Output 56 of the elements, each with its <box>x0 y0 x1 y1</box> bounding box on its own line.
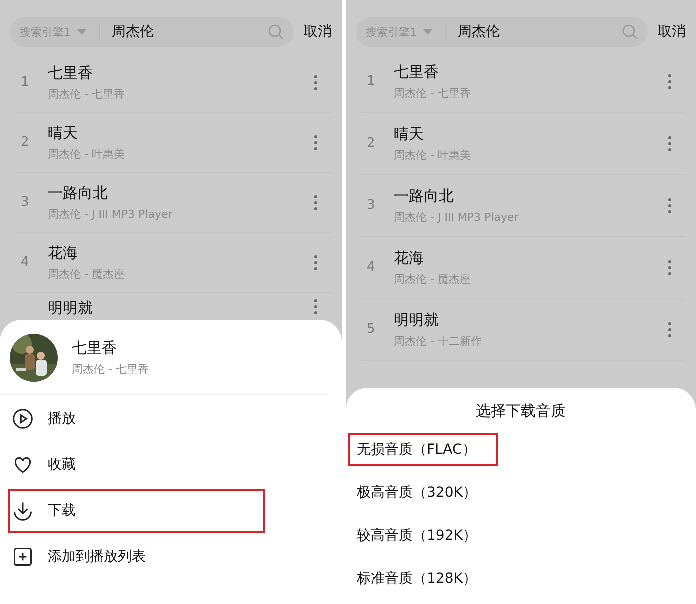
play-icon <box>12 408 34 430</box>
more-icon[interactable] <box>668 74 672 90</box>
song-artist-album: 周杰伦 - 七里香 <box>72 362 150 377</box>
sheet-title: 选择下载音质 <box>475 401 567 422</box>
track-number: 1 <box>366 74 376 89</box>
song-artist-album: 周杰伦 - J III MP3 Player <box>394 210 520 224</box>
track-number: 4 <box>20 255 30 270</box>
song-artist-album: 周杰伦 - 七里香 <box>48 86 126 102</box>
song-title: 七里香 <box>394 62 440 82</box>
caret-icon <box>77 29 87 35</box>
song-title: 七里香 <box>48 64 94 82</box>
track-number: 3 <box>20 195 30 210</box>
more-icon[interactable] <box>668 198 672 214</box>
song-artist-album: 周杰伦 - J III MP3 Player <box>48 206 174 222</box>
song-title: 花海 <box>48 244 79 262</box>
song-title: 明明就 <box>48 299 94 318</box>
song-artist-album: 周杰伦 - 魔杰座 <box>48 266 126 282</box>
search-input[interactable]: 周杰伦 <box>458 24 616 40</box>
search-field[interactable]: 搜索引擎1 周杰伦 <box>10 17 294 47</box>
track-number: 1 <box>20 75 30 90</box>
add-icon <box>12 546 34 568</box>
song-artist-album: 周杰伦 - 魔杰座 <box>394 272 472 286</box>
more-icon[interactable] <box>314 74 318 90</box>
search-input[interactable]: 周杰伦 <box>112 24 262 40</box>
song-title: 晴天 <box>394 124 425 144</box>
song-title: 晴天 <box>48 124 79 142</box>
search-icon <box>268 24 284 40</box>
song-artist-album: 周杰伦 - 七里香 <box>394 86 472 100</box>
song-title: 花海 <box>394 248 425 268</box>
track-number: 2 <box>366 136 376 151</box>
song-title: 七里香 <box>72 339 118 358</box>
song-title: 一路向北 <box>394 186 455 206</box>
song-artist-album: 周杰伦 - 叶惠美 <box>394 148 472 162</box>
track-number: 5 <box>366 322 376 337</box>
more-icon[interactable] <box>314 299 318 315</box>
song-artist-album: 周杰伦 - 叶惠美 <box>48 146 126 162</box>
caret-icon <box>423 29 433 35</box>
menu-item[interactable]: 下载 <box>8 489 265 533</box>
song-title: 明明就 <box>394 310 440 330</box>
track-number: 3 <box>366 198 376 213</box>
download-icon <box>12 500 34 522</box>
cancel-button[interactable]: 取消 <box>304 23 332 41</box>
more-icon[interactable] <box>668 322 672 338</box>
cancel-button[interactable]: 取消 <box>658 23 686 41</box>
search-field[interactable]: 搜索引擎1 周杰伦 <box>356 17 648 47</box>
more-icon[interactable] <box>668 136 672 152</box>
quality-option[interactable]: 无损音质（FLAC） <box>348 433 498 466</box>
more-icon[interactable] <box>314 194 318 210</box>
song-title: 一路向北 <box>48 184 109 202</box>
more-icon[interactable] <box>314 134 318 150</box>
track-number: 4 <box>366 260 376 275</box>
song-artist-album: 周杰伦 - 十二新作 <box>394 334 483 348</box>
track-number: 2 <box>20 135 30 150</box>
more-icon[interactable] <box>668 260 672 276</box>
search-icon <box>622 24 638 40</box>
more-icon[interactable] <box>314 254 318 270</box>
